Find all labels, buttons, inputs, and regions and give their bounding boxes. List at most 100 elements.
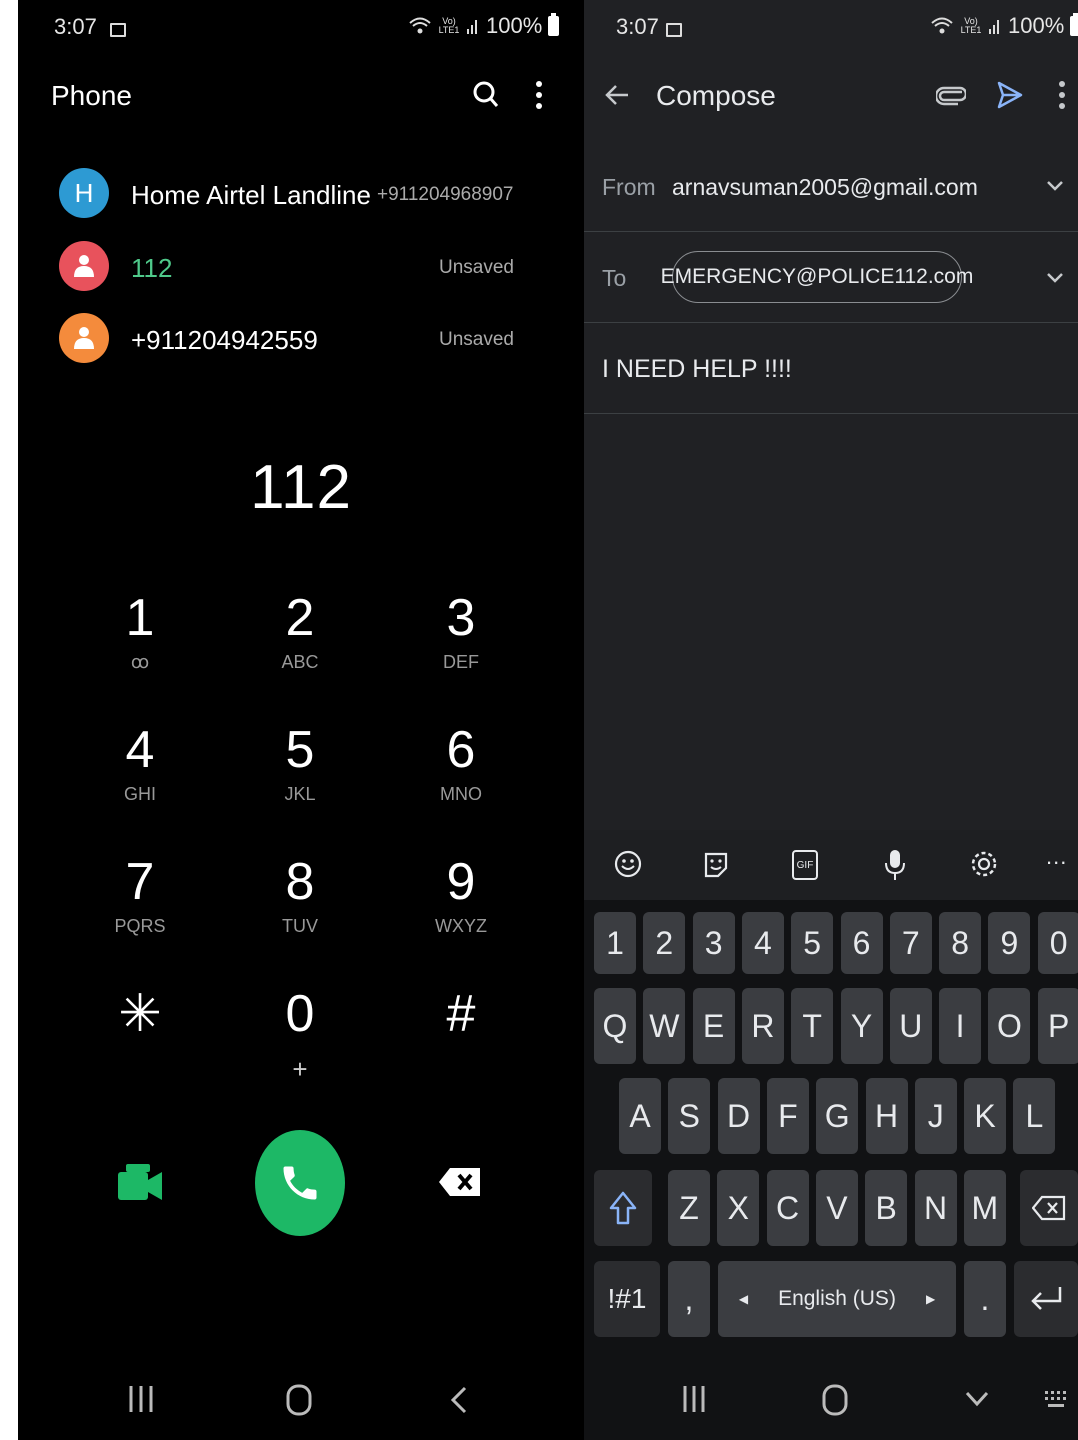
- status-bar: 3:07 Vo) LTE1 100%: [584, 0, 1078, 39]
- chevron-down-icon[interactable]: [1046, 272, 1064, 284]
- key[interactable]: D: [717, 1078, 760, 1154]
- key-label: L: [1025, 1097, 1044, 1134]
- key[interactable]: 4: [741, 912, 784, 974]
- emoji-icon[interactable]: [614, 850, 642, 878]
- shift-key[interactable]: [594, 1170, 652, 1246]
- key[interactable]: I: [939, 988, 982, 1064]
- key[interactable]: E: [692, 988, 735, 1064]
- comma-key-label: ,: [684, 1280, 694, 1317]
- keyboard-switch-icon[interactable]: [1044, 1390, 1070, 1410]
- key[interactable]: 6: [840, 912, 883, 974]
- key[interactable]: W: [643, 988, 686, 1064]
- key[interactable]: F: [766, 1078, 809, 1154]
- key[interactable]: X: [717, 1170, 760, 1246]
- dial-key[interactable]: 4 GHI: [80, 720, 200, 805]
- key[interactable]: P: [1037, 988, 1078, 1064]
- key[interactable]: Y: [840, 988, 883, 1064]
- key[interactable]: 0: [1037, 912, 1078, 974]
- key[interactable]: N: [914, 1170, 957, 1246]
- key[interactable]: 9: [988, 912, 1031, 974]
- key[interactable]: Q: [594, 988, 636, 1064]
- back-arrow-icon[interactable]: [604, 82, 630, 108]
- search-icon[interactable]: [472, 80, 500, 110]
- key[interactable]: S: [668, 1078, 711, 1154]
- settings-gear-icon[interactable]: [970, 849, 998, 879]
- key-label: N: [923, 1189, 948, 1226]
- dial-key[interactable]: 7 PQRS: [80, 852, 200, 937]
- key[interactable]: V: [815, 1170, 858, 1246]
- attachment-icon[interactable]: [936, 82, 966, 108]
- key[interactable]: 7: [889, 912, 932, 974]
- period-key[interactable]: .: [964, 1261, 1006, 1337]
- avatar: H: [59, 168, 109, 218]
- key[interactable]: L: [1013, 1078, 1056, 1154]
- recent-apps-icon[interactable]: [682, 1384, 706, 1414]
- key[interactable]: 2: [643, 912, 686, 974]
- comma-key[interactable]: ,: [668, 1261, 710, 1337]
- dial-key-digit: 3: [446, 589, 476, 647]
- send-icon[interactable]: [996, 80, 1024, 110]
- dial-key[interactable]: 0 +: [240, 984, 360, 1085]
- contact-row[interactable]: H Home Airtel Landline +911204968907: [59, 168, 529, 224]
- key[interactable]: R: [741, 988, 784, 1064]
- call-button[interactable]: [255, 1130, 345, 1236]
- dial-key[interactable]: 9 WXYZ: [401, 852, 521, 937]
- key[interactable]: O: [988, 988, 1031, 1064]
- key[interactable]: T: [791, 988, 834, 1064]
- dial-key[interactable]: 1ꝏ: [80, 588, 200, 673]
- phone-icon: [283, 1166, 317, 1200]
- enter-key[interactable]: [1014, 1261, 1078, 1337]
- key[interactable]: M: [963, 1170, 1006, 1246]
- dial-key-digit: 5: [285, 721, 315, 779]
- dial-key[interactable]: 2 ABC: [240, 588, 360, 673]
- key[interactable]: B: [865, 1170, 908, 1246]
- dial-key[interactable]: ✳: [80, 984, 200, 1048]
- key[interactable]: 5: [791, 912, 834, 974]
- microphone-icon[interactable]: [884, 848, 906, 882]
- key[interactable]: A: [619, 1078, 661, 1154]
- key-label: V: [826, 1189, 848, 1226]
- more-options-icon[interactable]: [534, 80, 544, 110]
- contact-row[interactable]: +911204942559 Unsaved: [59, 313, 529, 369]
- from-field[interactable]: arnavsuman2005@gmail.com: [672, 174, 978, 201]
- key[interactable]: H: [865, 1078, 908, 1154]
- key[interactable]: 1: [594, 912, 636, 974]
- hide-keyboard-icon[interactable]: [964, 1390, 990, 1408]
- backspace-icon[interactable]: [438, 1166, 482, 1198]
- key[interactable]: 8: [939, 912, 982, 974]
- contact-row[interactable]: 112 Unsaved: [59, 241, 529, 297]
- backspace-key[interactable]: [1020, 1170, 1078, 1246]
- recent-apps-icon[interactable]: [128, 1384, 154, 1414]
- key-label: M: [971, 1189, 999, 1226]
- dial-key[interactable]: 6 MNO: [401, 720, 521, 805]
- dial-key[interactable]: #: [401, 984, 521, 1048]
- key[interactable]: Z: [668, 1170, 710, 1246]
- video-call-icon[interactable]: [116, 1160, 164, 1204]
- dial-key-digit: 7: [125, 853, 155, 911]
- dial-key[interactable]: 5 JKL: [240, 720, 360, 805]
- home-icon[interactable]: [286, 1384, 312, 1416]
- chevron-down-icon[interactable]: [1046, 180, 1064, 192]
- back-icon[interactable]: [450, 1386, 468, 1414]
- sticker-icon[interactable]: [702, 850, 730, 880]
- dial-key[interactable]: 8 TUV: [240, 852, 360, 937]
- language-left-arrow-icon: ◀: [738, 1292, 749, 1306]
- recipient-chip[interactable]: EMERGENCY@POLICE112.com: [661, 251, 973, 303]
- key-label: X: [727, 1189, 749, 1226]
- key[interactable]: C: [766, 1170, 809, 1246]
- key[interactable]: K: [964, 1078, 1007, 1154]
- symbols-key[interactable]: !#1: [594, 1261, 660, 1337]
- key[interactable]: J: [914, 1078, 957, 1154]
- key[interactable]: U: [889, 988, 932, 1064]
- more-options-icon[interactable]: [1057, 80, 1067, 110]
- contact-number: Unsaved: [439, 257, 514, 278]
- key[interactable]: G: [816, 1078, 859, 1154]
- gif-icon[interactable]: GIF: [792, 850, 818, 880]
- space-key[interactable]: ◀ English (US) ▶: [718, 1261, 956, 1337]
- dial-key[interactable]: 3 DEF: [401, 588, 521, 673]
- home-icon[interactable]: [822, 1384, 848, 1416]
- signal-icon: [467, 20, 477, 34]
- key[interactable]: 3: [692, 912, 735, 974]
- more-icon[interactable]: ...: [1046, 844, 1067, 870]
- email-body[interactable]: I NEED HELP !!!!: [602, 355, 792, 384]
